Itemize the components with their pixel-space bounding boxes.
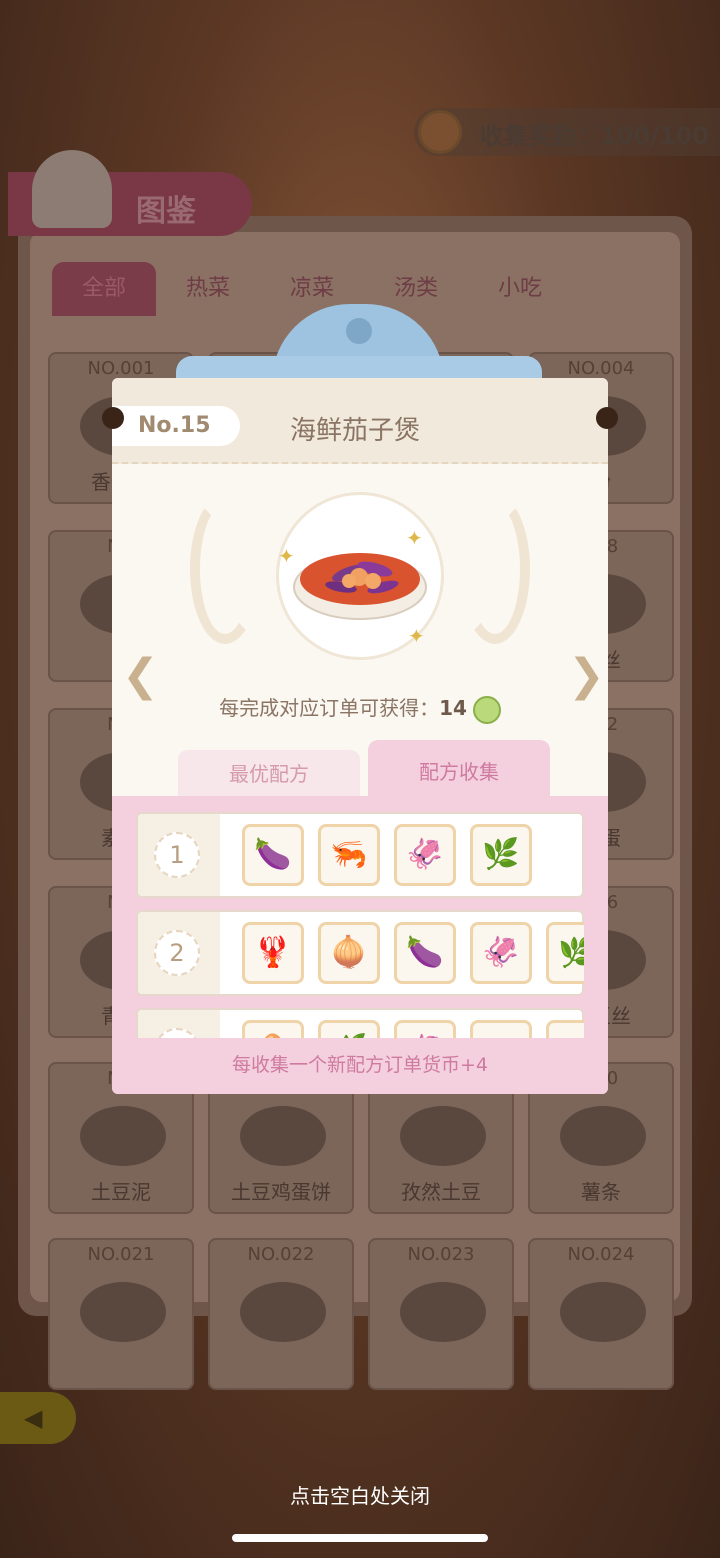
recipe-footer: 每收集一个新配方订单货币+4 bbox=[231, 1054, 488, 1076]
recipe-number: 2 bbox=[154, 930, 200, 976]
eggplant-icon: 🍆 bbox=[394, 922, 456, 984]
dish-plate-icon bbox=[80, 1106, 166, 1166]
dish-cell[interactable]: NO.021 bbox=[48, 1238, 194, 1390]
category-tabs: 全部 热菜 凉菜 汤类 小吃 bbox=[52, 262, 572, 316]
coin-icon bbox=[472, 695, 501, 724]
recipe-number-box: 1 bbox=[138, 814, 220, 896]
dish-detail-card: No.15 海鲜茄子煲 ✦ ✦ ✦ 每完成对应订单可获得：14 最优配方 配方收… bbox=[112, 378, 608, 1094]
page-title: 图鉴 bbox=[136, 194, 196, 229]
dish-cell-name: 土豆鸡蛋饼 bbox=[231, 1180, 331, 1204]
recipe-row[interactable]: 2 🦞 🧅 🍆 🦑 🌿 bbox=[136, 910, 584, 996]
dish-cell-number: NO.024 bbox=[567, 1244, 635, 1265]
dish-cell[interactable]: NO.024 bbox=[528, 1238, 674, 1390]
squid-icon: 🦑 bbox=[394, 1020, 456, 1038]
dish-cell-number: NO.022 bbox=[247, 1244, 315, 1265]
back-arrow-icon: ◀ bbox=[24, 1404, 43, 1432]
reward-text: 收集奖励：100/100 bbox=[480, 122, 709, 150]
dish-plate-icon bbox=[240, 1106, 326, 1166]
dish-cell-name: 孜然土豆 bbox=[401, 1180, 481, 1204]
onion-icon: 🧅 bbox=[318, 922, 380, 984]
crayfish-icon: 🦞 bbox=[242, 922, 304, 984]
blank-icon bbox=[546, 1020, 584, 1038]
recipe-row[interactable]: 1 🍆 🦐 🦑 🌿 bbox=[136, 812, 584, 898]
dish-cell-number: NO.023 bbox=[407, 1244, 475, 1265]
clipboard-hole bbox=[346, 318, 372, 344]
scallion-icon: 🌿 bbox=[546, 922, 584, 984]
sparkle-icon: ✦ bbox=[408, 624, 425, 648]
reward-value: 14 bbox=[439, 696, 467, 720]
recipe-number: 1 bbox=[154, 832, 200, 878]
sparkle-icon: ✦ bbox=[406, 526, 423, 550]
prev-dish-icon[interactable]: ❮ bbox=[122, 650, 159, 701]
dish-cell-number: NO.021 bbox=[87, 1244, 155, 1265]
scallion-icon: 🌿 bbox=[318, 1020, 380, 1038]
card-notch-left bbox=[102, 407, 124, 429]
dish-plate-icon bbox=[240, 1282, 326, 1342]
blank-icon bbox=[470, 1020, 532, 1038]
dish-plate-icon bbox=[560, 1282, 646, 1342]
recipe-number-box: 3 bbox=[138, 1010, 220, 1038]
egg-icon: 🥚 bbox=[242, 1020, 304, 1038]
reward-line: 每完成对应订单可获得：14 bbox=[112, 692, 608, 724]
card-notch-right bbox=[596, 407, 618, 429]
next-dish-icon[interactable]: ❯ bbox=[568, 650, 605, 701]
gift-icon[interactable] bbox=[418, 110, 462, 154]
eggplant-icon: 🍆 bbox=[242, 824, 304, 886]
dish-plate-icon bbox=[560, 1106, 646, 1166]
dish-cell-number: NO.004 bbox=[567, 358, 635, 379]
chef-hat-icon bbox=[32, 150, 112, 228]
recipe-number-box: 2 bbox=[138, 912, 220, 994]
recipe-row[interactable]: 3 🥚 🌿 🦑 bbox=[136, 1008, 584, 1038]
dish-plate-icon bbox=[400, 1282, 486, 1342]
dish-cell[interactable]: NO.022 bbox=[208, 1238, 354, 1390]
dish-cell-name: 薯条 bbox=[581, 1180, 621, 1204]
squid-icon: 🦑 bbox=[394, 824, 456, 886]
close-hint[interactable]: 点击空白处关闭 bbox=[0, 1480, 720, 1509]
tab-recipe-collection[interactable]: 配方收集 bbox=[368, 740, 550, 804]
dish-cell-name: 土豆泥 bbox=[91, 1180, 151, 1204]
dish-plate-icon bbox=[80, 1282, 166, 1342]
dish-cell[interactable]: NO.023 bbox=[368, 1238, 514, 1390]
recipe-list[interactable]: 1🍆🦐🦑🌿2🦞🧅🍆🦑🌿3🥚🌿🦑 bbox=[136, 812, 584, 1038]
dish-plate-icon bbox=[400, 1106, 486, 1166]
tab-hot-dishes[interactable]: 热菜 bbox=[156, 262, 260, 316]
card-header: No.15 海鲜茄子煲 bbox=[112, 378, 608, 464]
shrimp-icon: 🦐 bbox=[318, 824, 380, 886]
dish-number: No.15 bbox=[112, 406, 240, 446]
sparkle-icon: ✦ bbox=[278, 544, 295, 568]
squid-icon: 🦑 bbox=[470, 922, 532, 984]
dish-name: 海鲜茄子煲 bbox=[290, 416, 421, 446]
tab-all[interactable]: 全部 bbox=[52, 262, 156, 316]
scallion-icon: 🌿 bbox=[470, 824, 532, 886]
dish-cell-number: NO.001 bbox=[87, 358, 155, 379]
tab-snacks[interactable]: 小吃 bbox=[468, 262, 572, 316]
laurel-right-icon bbox=[460, 494, 530, 644]
home-indicator[interactable] bbox=[232, 1534, 488, 1542]
recipe-number: 3 bbox=[154, 1028, 200, 1038]
laurel-left-icon bbox=[190, 494, 260, 644]
reward-label: 每完成对应订单可获得： bbox=[219, 696, 440, 720]
back-button[interactable]: ◀ bbox=[0, 1392, 76, 1444]
